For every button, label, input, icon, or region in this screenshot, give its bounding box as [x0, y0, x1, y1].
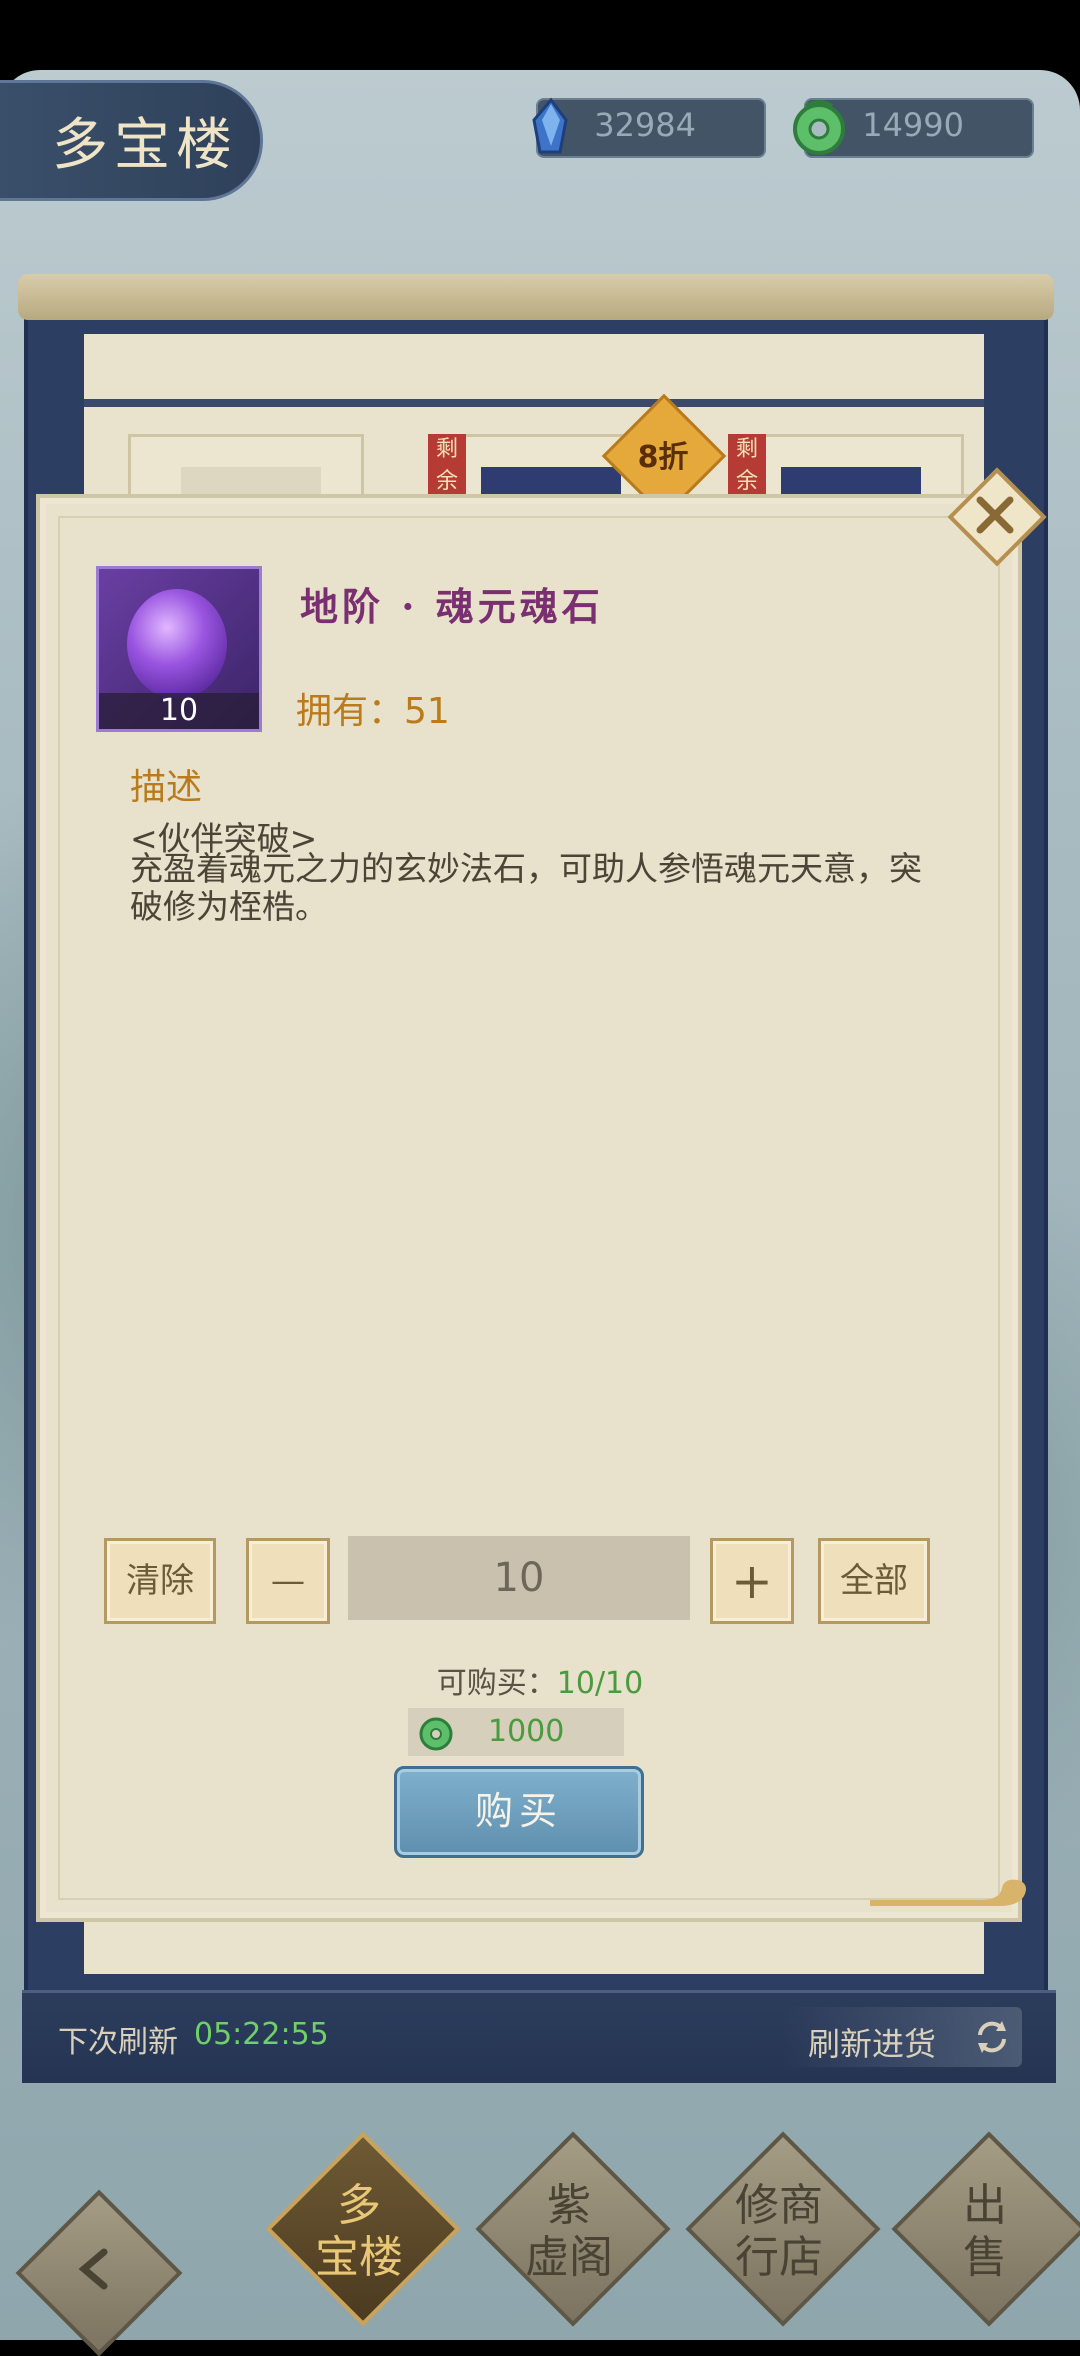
buy-button[interactable]: 购买 — [394, 1766, 644, 1858]
jade-coin-icon — [793, 100, 845, 155]
price-display: 1000 — [408, 1708, 624, 1756]
price-value: 1000 — [488, 1714, 565, 1749]
page-title: 多宝楼 — [52, 113, 238, 178]
all-button[interactable]: 全部 — [818, 1538, 930, 1624]
scroll-rod — [18, 274, 1054, 320]
refresh-bar: 下次刷新 05:22:55 刷新进货 — [22, 1990, 1056, 2083]
tab-zixuge[interactable]: 紫虚阁 — [475, 2131, 671, 2327]
tab-label: 紫虚阁 — [525, 2180, 613, 2283]
tab-label: 多宝楼 — [315, 2180, 403, 2283]
currency-jade[interactable]: 14990 — [793, 98, 1034, 158]
scroll-rail — [84, 399, 984, 407]
crystal-amount: 32984 — [594, 106, 696, 144]
description-title: 描述 — [130, 767, 203, 808]
currency-crystal[interactable]: 32984 — [532, 97, 766, 158]
restock-button[interactable]: 刷新进货 — [782, 2007, 1022, 2067]
close-button[interactable] — [947, 467, 1047, 567]
jade-coin-icon — [419, 1717, 453, 1751]
description-body: 充盈着魂元之力的玄妙法石，可助人参悟魂元天意，突破修为桎梏。 — [130, 849, 922, 926]
plus-button[interactable]: + — [710, 1538, 794, 1624]
close-icon — [976, 496, 1014, 534]
item-name: 地阶 · 魂元魂石 — [300, 584, 604, 629]
purchase-limit-label: 可购买： — [436, 1666, 557, 1701]
cloud-swirl-decoration — [870, 1879, 1026, 1906]
owned-count: 拥有：51 — [296, 691, 450, 732]
item-stack-count: 10 — [99, 693, 259, 729]
tab-sell[interactable]: 出售 — [891, 2131, 1080, 2327]
next-refresh-label: 下次刷新 — [58, 2025, 178, 2060]
back-arrow-icon — [78, 2248, 108, 2290]
tab-label: 出售 — [963, 2180, 1007, 2283]
soul-stone-icon — [127, 589, 227, 699]
tab-xiushang-hangdian[interactable]: 修商 行店 — [685, 2131, 881, 2327]
restock-label: 刷新进货 — [808, 2025, 937, 2063]
shop-title-plaque: 多宝楼 — [0, 80, 300, 201]
purchase-limit-value: 10/10 — [556, 1666, 644, 1701]
minus-button[interactable]: — — [246, 1538, 330, 1624]
next-refresh-timer: 05:22:55 — [194, 2017, 329, 2052]
tab-duobaolou[interactable]: 多宝楼 — [265, 2131, 461, 2327]
blue-crystal-icon — [532, 97, 568, 154]
tab-label: 修商 行店 — [735, 2180, 823, 2283]
discount-text: 8折 — [637, 440, 689, 475]
back-button[interactable] — [15, 2189, 183, 2356]
purchase-limit: 可购买：10/10 — [0, 1658, 1080, 1702]
jade-amount: 14990 — [862, 106, 964, 144]
quantity-input[interactable]: 10 — [348, 1536, 690, 1620]
refresh-icon — [978, 2021, 1006, 2053]
clear-button[interactable]: 清除 — [104, 1538, 216, 1624]
item-icon: 10 — [96, 566, 262, 732]
